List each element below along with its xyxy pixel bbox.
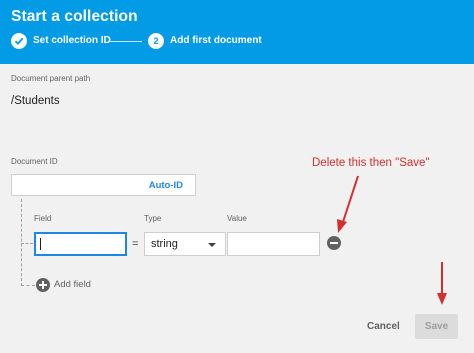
annotation-arrow-to-remove: [341, 175, 359, 226]
cancel-button[interactable]: Cancel: [367, 321, 400, 332]
save-button[interactable]: Save: [415, 314, 458, 339]
annotation-arrowhead: [437, 293, 447, 305]
annotation-arrows: [337, 175, 447, 305]
annotation-arrowhead: [337, 219, 347, 233]
